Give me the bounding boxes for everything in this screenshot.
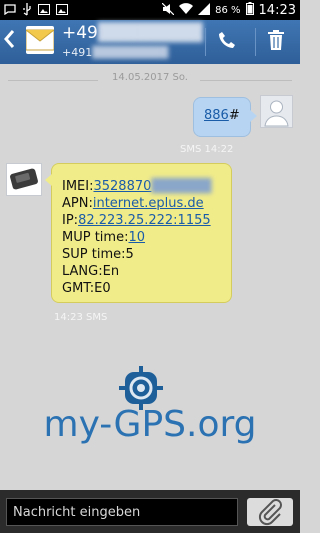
separator-line: [200, 80, 292, 81]
contact-name-redacted: ████████: [97, 23, 203, 43]
outgoing-message-suffix: #: [228, 108, 240, 123]
image-icon: [38, 4, 50, 19]
chat-icon: [4, 4, 16, 19]
app-bar: +49████████ +491█████████: [0, 20, 300, 64]
person-icon: [264, 100, 289, 127]
battery-percent: 86 %: [215, 4, 241, 16]
status-bar: 86 % 14:23: [0, 0, 300, 20]
signal-icon: [198, 2, 211, 19]
imei-link[interactable]: 3528870: [93, 179, 151, 194]
envelope-icon: [25, 29, 55, 51]
separator-line: [8, 80, 98, 81]
paperclip-icon: [258, 499, 282, 526]
mup-label: MUP time:: [62, 230, 129, 245]
apn-label: APN:: [62, 196, 93, 211]
mup-line: MUP time:10: [62, 229, 211, 246]
bubble-tail: [250, 110, 257, 122]
contact-name-visible: +49: [62, 23, 98, 43]
attach-button[interactable]: [247, 498, 293, 526]
imei-label: IMEI:: [62, 179, 94, 194]
sup-line: SUP time:5: [62, 247, 134, 262]
message-input[interactable]: Nachricht eingeben: [6, 498, 238, 526]
contact-number-redacted: █████████: [92, 46, 169, 59]
contact-name[interactable]: +49████████: [62, 23, 202, 43]
system-icons: 86 % 14:23: [161, 2, 296, 19]
app-bar-divider: [255, 28, 256, 56]
apn-line: APN:internet.eplus.de: [62, 195, 211, 212]
bubble-tail: [45, 174, 52, 186]
call-button[interactable]: [218, 31, 236, 54]
contact-avatar[interactable]: [25, 26, 55, 54]
watermark-logo-text: my-GPS.org: [43, 404, 257, 445]
imei-line: IMEI:3528870██████: [62, 178, 211, 195]
contact-number-visible: +491: [62, 46, 93, 59]
sender-avatar[interactable]: [6, 163, 42, 196]
ip-label: IP:: [62, 213, 79, 228]
date-separator: 14.05.2017 So.: [0, 72, 300, 88]
apn-link[interactable]: internet.eplus.de: [93, 196, 204, 211]
contact-number: +491█████████: [62, 46, 168, 59]
my-avatar[interactable]: [260, 95, 293, 128]
ip-line: IP:82.223.25.222:1155: [62, 212, 211, 229]
app-bar-divider: [205, 28, 206, 56]
incoming-message-bubble[interactable]: IMEI:3528870██████ APN:internet.eplus.de…: [45, 163, 232, 303]
outgoing-message-meta: SMS 14:22: [180, 144, 234, 155]
outgoing-message-bubble[interactable]: 886#: [193, 97, 257, 137]
gmt-line: GMT:E0: [62, 281, 111, 296]
lang-line: LANG:En: [62, 264, 120, 279]
composer-bar: Nachricht eingeben: [0, 490, 300, 533]
usb-icon: [22, 3, 32, 20]
outgoing-message-text: 886#: [204, 108, 240, 123]
mup-link[interactable]: 10: [128, 230, 145, 245]
chevron-left-icon: [4, 30, 15, 48]
imei-redacted: ██████: [151, 179, 212, 194]
phone-icon: [219, 32, 235, 48]
date-separator-label: 14.05.2017 So.: [108, 72, 192, 83]
back-button[interactable]: [4, 30, 15, 53]
wifi-icon: [179, 2, 194, 19]
outgoing-message-link[interactable]: 886: [204, 108, 229, 123]
gps-tracker-icon: [10, 168, 38, 190]
delete-button[interactable]: [266, 29, 286, 51]
trash-icon: [268, 30, 284, 50]
incoming-message-meta: 14:23 SMS: [54, 312, 108, 323]
battery-icon: [245, 2, 254, 19]
status-time: 14:23: [258, 3, 296, 18]
mute-icon: [161, 2, 175, 19]
notification-icons: [4, 3, 68, 20]
incoming-message-text: IMEI:3528870██████ APN:internet.eplus.de…: [62, 178, 211, 297]
ip-link[interactable]: 82.223.25.222:1155: [78, 213, 211, 228]
image-icon: [56, 4, 68, 19]
